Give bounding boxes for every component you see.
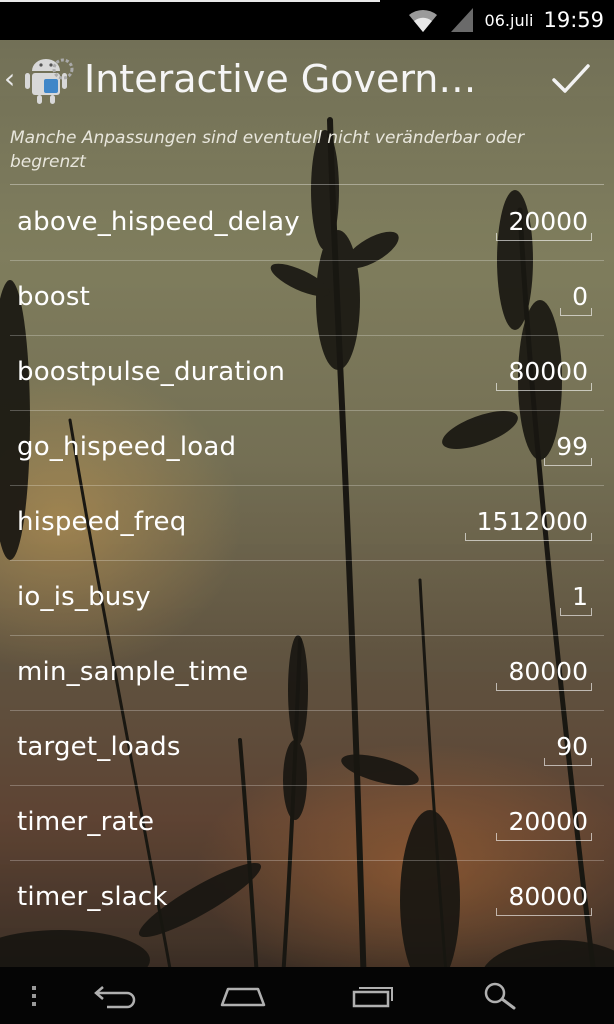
chevron-left-icon[interactable]: ‹ (4, 65, 18, 93)
action-bar: ‹ Interactive Govern… (0, 40, 614, 118)
recent-apps-icon (352, 986, 393, 1007)
setting-value-input[interactable]: 99 (544, 432, 592, 466)
setting-value-input[interactable]: 80000 (496, 357, 592, 391)
page-title: Interactive Govern… (84, 57, 477, 101)
overflow-menu-button[interactable] (14, 967, 54, 1024)
wifi-icon (408, 9, 437, 32)
setting-row-io-is-busy: io_is_busy 1 (0, 560, 614, 635)
setting-label: hispeed_freq (17, 507, 187, 537)
setting-row-boostpulse-duration: boostpulse_duration 80000 (0, 335, 614, 410)
navigation-bar (0, 967, 614, 1024)
search-icon (484, 982, 516, 1009)
search-button[interactable] (474, 967, 526, 1024)
warning-note: Manche Anpassungen sind eventuell nicht … (10, 128, 525, 172)
setting-label: min_sample_time (17, 657, 249, 687)
status-date: 06.juli (484, 10, 534, 30)
setting-label: target_loads (17, 732, 181, 762)
setting-value-input[interactable]: 0 (560, 282, 592, 316)
android-settings-icon[interactable] (20, 51, 76, 107)
setting-value-input[interactable]: 90 (544, 732, 592, 766)
status-bar: 06.juli 19:59 (0, 0, 614, 40)
setting-label: io_is_busy (17, 582, 151, 612)
settings-list: above_hispeed_delay 20000 boost 0 boostp… (0, 185, 614, 935)
setting-row-above-hispeed-delay: above_hispeed_delay 20000 (0, 185, 614, 260)
setting-value-input[interactable]: 1512000 (464, 507, 593, 541)
setting-row-hispeed-freq: hispeed_freq 1512000 (0, 485, 614, 560)
home-button[interactable] (212, 967, 274, 1024)
cell-signal-icon (450, 8, 473, 32)
setting-row-target-loads: target_loads 90 (0, 710, 614, 785)
setting-value-input[interactable]: 1 (560, 582, 592, 616)
home-icon (220, 987, 266, 1006)
checkmark-icon (552, 64, 590, 93)
overflow-menu-icon (32, 985, 36, 1006)
setting-label: above_hispeed_delay (17, 207, 300, 237)
status-time: 19:59 (543, 8, 604, 32)
back-icon (94, 985, 136, 1008)
setting-value-input[interactable]: 20000 (496, 807, 592, 841)
setting-value-input[interactable]: 80000 (496, 882, 592, 916)
setting-label: boostpulse_duration (17, 357, 286, 387)
setting-value-input[interactable]: 20000 (496, 207, 592, 241)
setting-label: boost (17, 282, 91, 312)
setting-row-timer-slack: timer_slack 80000 (0, 860, 614, 935)
confirm-button[interactable] (546, 54, 596, 104)
recent-apps-button[interactable] (345, 967, 401, 1024)
setting-row-boost: boost 0 (0, 260, 614, 335)
back-button[interactable] (85, 967, 145, 1024)
status-right-group: 06.juli 19:59 (407, 0, 604, 40)
setting-label: timer_slack (17, 882, 168, 912)
setting-row-go-hispeed-load: go_hispeed_load 99 (0, 410, 614, 485)
setting-label: go_hispeed_load (17, 432, 237, 462)
setting-label: timer_rate (17, 807, 155, 837)
status-progress-line (0, 0, 380, 2)
setting-row-timer-rate: timer_rate 20000 (0, 785, 614, 860)
setting-row-min-sample-time: min_sample_time 80000 (0, 635, 614, 710)
setting-value-input[interactable]: 80000 (496, 657, 592, 691)
